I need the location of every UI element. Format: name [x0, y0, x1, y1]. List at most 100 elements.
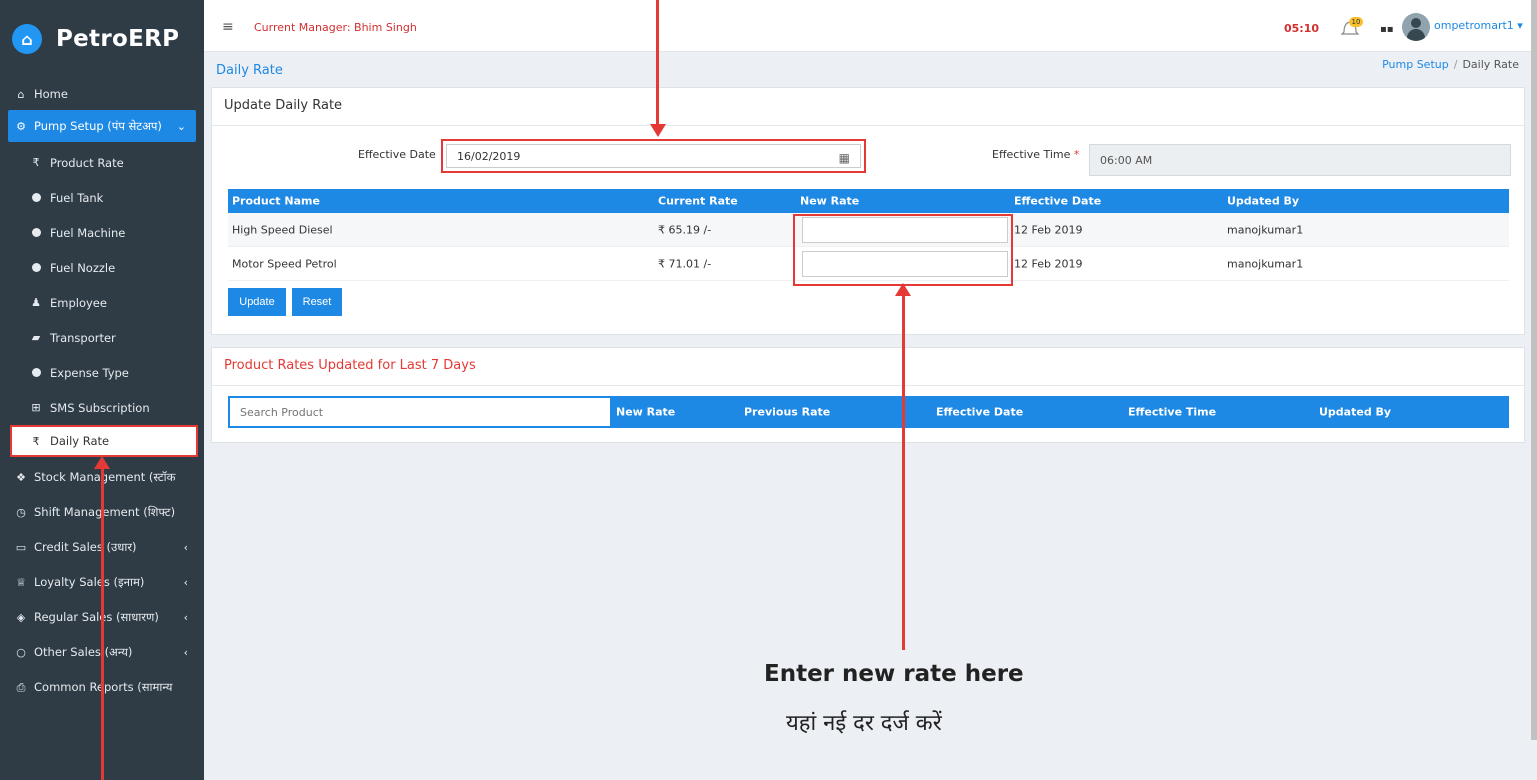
sidebar-item-fuel-machine[interactable]: Fuel Machine	[0, 215, 204, 250]
sidebar-item-label: Pump Setup (पंप सेटअप)	[34, 118, 162, 133]
sidebar-item-label: Other Sales (अन्य)	[34, 645, 133, 659]
grid-icon[interactable]: ▪▪	[1380, 24, 1394, 35]
sidebar-item-label: Loyalty Sales (इनाम)	[34, 575, 145, 589]
breadcrumb: Pump Setup / Daily Rate	[1382, 58, 1519, 71]
new-rate-input[interactable]	[802, 251, 1008, 277]
arrow-up-icon	[895, 283, 911, 296]
effective-date-input[interactable]: 16/02/2019 ▦	[446, 144, 861, 168]
logo-icon: ⌂	[12, 24, 42, 54]
update-daily-rate-panel: Update Daily Rate Effective Date 16/02/2…	[211, 87, 1525, 335]
col-updated-by: Updated By	[1319, 405, 1392, 419]
calendar-icon[interactable]: ▦	[839, 151, 850, 165]
required-mark: *	[1073, 148, 1080, 161]
col-effective-date: Effective Date	[936, 405, 1024, 419]
effective-time-label: Effective Time *	[992, 148, 1079, 161]
sidebar-item-pump-setup[interactable]: ⚙ Pump Setup (पंप सेटअप) ⌄	[8, 110, 196, 142]
chevron-left-icon: ‹	[183, 576, 188, 589]
col-effective-date: Effective Date	[1014, 194, 1102, 208]
sidebar-item-fuel-tank[interactable]: Fuel Tank	[0, 180, 204, 215]
menu-icon[interactable]: ≡	[222, 19, 234, 35]
user-menu[interactable]: ompetromart1 ▾	[1434, 19, 1523, 32]
dot-icon	[30, 228, 42, 237]
reset-button[interactable]: Reset	[292, 288, 342, 316]
col-new-rate: New Rate	[616, 405, 676, 419]
avatar[interactable]	[1402, 13, 1430, 41]
brand[interactable]: ⌂ PetroERP	[0, 0, 204, 78]
arrow-down-icon	[650, 124, 666, 137]
panel-title: Product Rates Updated for Last 7 Days	[212, 348, 1524, 386]
arrow-up-icon	[94, 456, 110, 469]
effective-date: 12 Feb 2019	[1014, 223, 1083, 236]
card-icon: ▭	[15, 541, 27, 554]
current-rate: ₹ 71.01 /-	[658, 257, 712, 270]
current-manager: Current Manager: Bhim Singh	[254, 21, 417, 34]
product-name: Motor Speed Petrol	[232, 257, 337, 270]
sidebar-item-sms-subscription[interactable]: ⊞ SMS Subscription	[0, 390, 204, 425]
breadcrumb-current: Daily Rate	[1462, 58, 1519, 71]
search-product-input[interactable]	[230, 398, 610, 426]
sidebar-item-label: SMS Subscription	[50, 400, 150, 415]
product-name: High Speed Diesel	[232, 223, 333, 236]
chevron-left-icon: ‹	[183, 541, 188, 554]
sidebar-item-label: Product Rate	[50, 155, 124, 170]
cube-icon: ◈	[16, 611, 26, 624]
dot-icon	[30, 193, 42, 202]
circle-icon: ○	[16, 646, 26, 659]
new-rate-input[interactable]	[802, 217, 1008, 243]
table-header: Product Name Current Rate New Rate Effec…	[228, 189, 1509, 213]
sidebar-item-label: Daily Rate	[50, 434, 110, 448]
rupee-icon: ₹	[32, 434, 40, 448]
callout-english: Enter new rate here	[764, 661, 1024, 687]
sidebar-item-label: Shift Management (शिफ्ट)	[34, 505, 176, 519]
brand-name: PetroERP	[56, 26, 180, 52]
print-icon: ⎙	[16, 680, 26, 694]
page-title: Daily Rate	[216, 63, 283, 78]
effective-time-value: 06:00 AM	[1100, 153, 1153, 167]
sidebar-item-product-rate[interactable]: ₹ Product Rate	[0, 145, 204, 180]
effective-date: 12 Feb 2019	[1014, 257, 1083, 270]
table-row: Motor Speed Petrol ₹ 71.01 /- 12 Feb 201…	[228, 247, 1509, 281]
effective-time-label-text: Effective Time	[992, 148, 1071, 161]
col-previous-rate: Previous Rate	[744, 405, 831, 419]
updated-by: manojkumar1	[1227, 257, 1304, 270]
sidebar-item-transporter[interactable]: ▰ Transporter	[0, 320, 204, 355]
sidebar-item-daily-rate[interactable]: ₹ Daily Rate	[10, 425, 198, 457]
chevron-left-icon: ‹	[183, 646, 188, 659]
sidebar-item-fuel-nozzle[interactable]: Fuel Nozzle	[0, 250, 204, 285]
sidebar-item-label: Fuel Tank	[50, 190, 104, 205]
cogs-icon: ⚙	[16, 119, 26, 133]
col-effective-time: Effective Time	[1128, 405, 1217, 419]
clock-icon: ◷	[16, 506, 26, 519]
dot-icon	[30, 263, 42, 272]
sidebar-item-label: Credit Sales (उधार)	[34, 540, 137, 554]
sidebar-item-label: Transporter	[50, 330, 116, 345]
sidebar-item-label: Home	[34, 87, 68, 101]
col-updated-by: Updated By	[1227, 194, 1300, 208]
home-icon: ⌂	[17, 87, 25, 101]
sidebar-item-home[interactable]: ⌂ Home	[0, 78, 204, 110]
sidebar-item-label: Regular Sales (साधारण)	[34, 610, 159, 624]
sidebar-item-label: Fuel Machine	[50, 225, 126, 240]
updated-by: manojkumar1	[1227, 223, 1304, 236]
effective-time-input[interactable]: 06:00 AM	[1089, 144, 1511, 176]
page-scrollbar[interactable]	[1531, 0, 1537, 740]
update-button[interactable]: Update	[228, 288, 286, 316]
effective-date-value: 16/02/2019	[457, 149, 521, 163]
rate-table: Product Name Current Rate New Rate Effec…	[228, 189, 1509, 286]
history-table-header: New Rate Previous Rate Effective Date Ef…	[228, 396, 1509, 428]
sidebar-item-label: Expense Type	[50, 365, 129, 380]
arrow-line-date	[656, 0, 659, 126]
sidebar-item-employee[interactable]: ♟ Employee	[0, 285, 204, 320]
breadcrumb-pump-setup[interactable]: Pump Setup	[1382, 58, 1449, 71]
col-new-rate: New Rate	[800, 194, 860, 208]
chevron-left-icon: ‹	[183, 611, 188, 624]
notification-badge: 10	[1349, 17, 1363, 27]
rupee-icon: ₹	[32, 156, 40, 169]
col-product-name: Product Name	[232, 194, 320, 208]
plus-square-icon: ⊞	[31, 401, 41, 414]
effective-date-highlight: 16/02/2019 ▦	[441, 139, 866, 173]
breadcrumb-separator: /	[1453, 58, 1458, 71]
arrow-line-rate	[902, 294, 905, 650]
user-icon: ♟	[31, 296, 41, 309]
sidebar-item-expense-type[interactable]: Expense Type	[0, 355, 204, 390]
